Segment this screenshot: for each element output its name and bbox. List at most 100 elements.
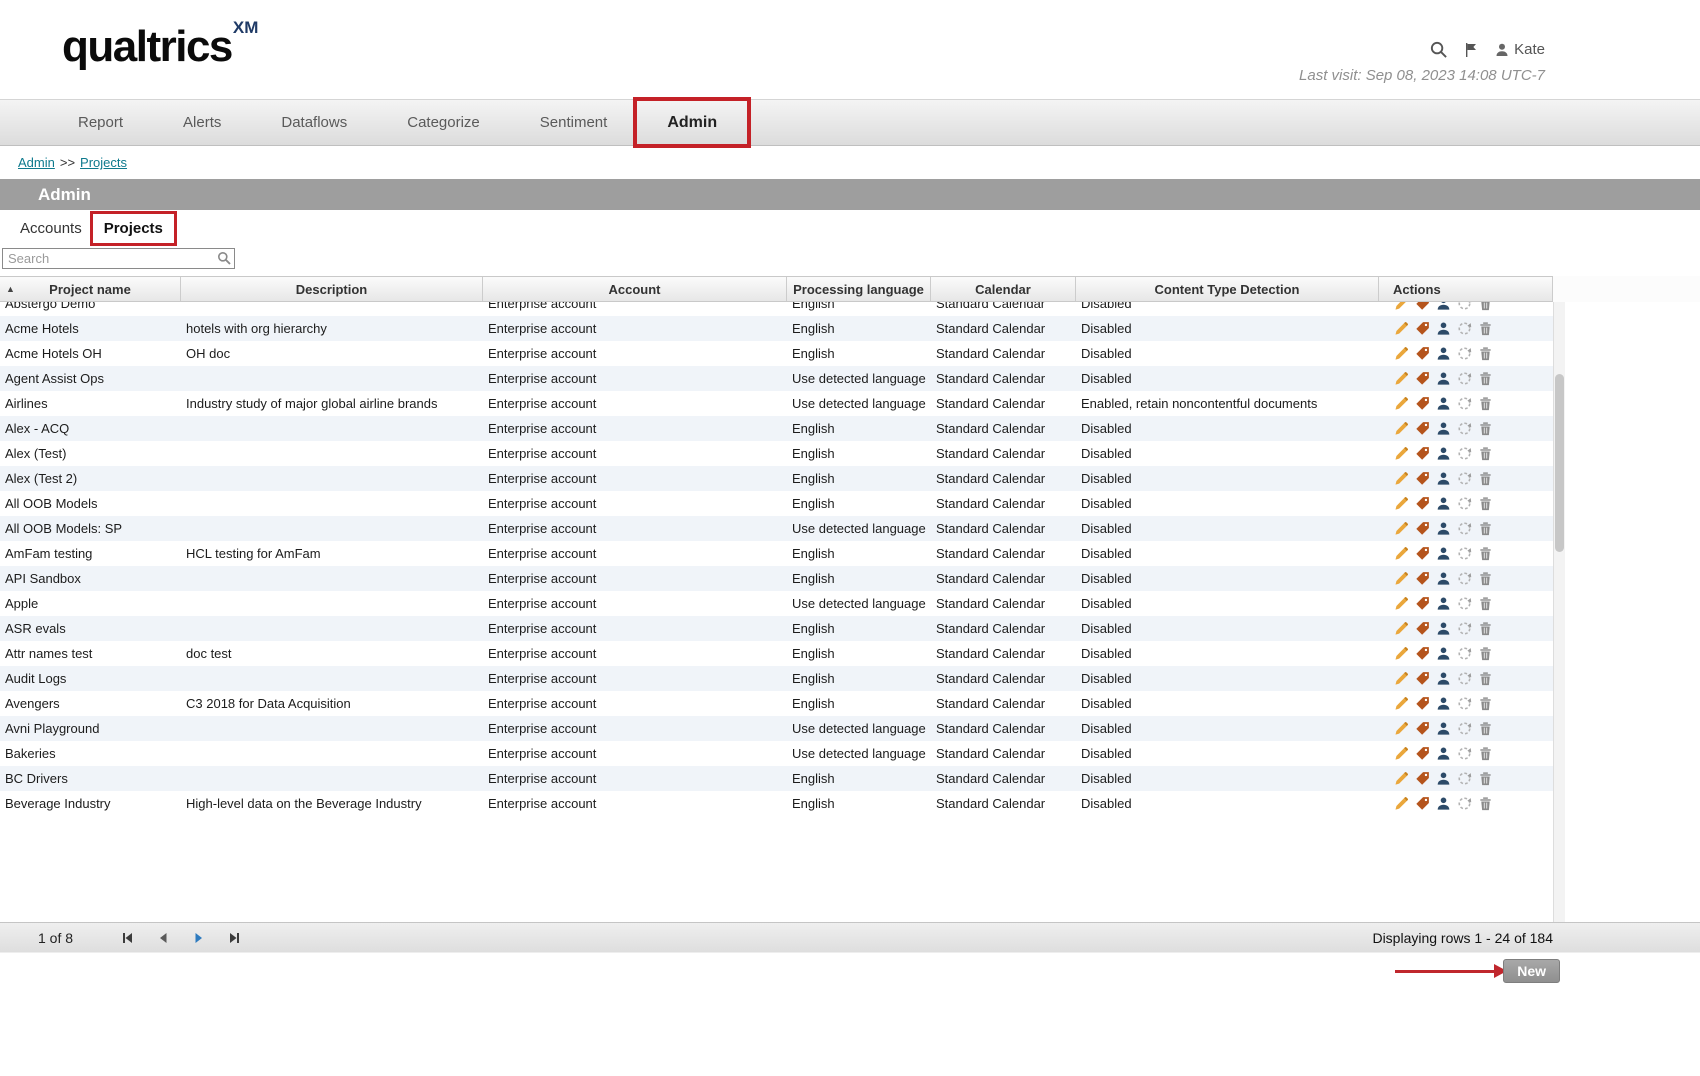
reprocess-icon[interactable] xyxy=(1456,595,1473,612)
reprocess-icon[interactable] xyxy=(1456,420,1473,437)
nav-item-admin[interactable]: Admin xyxy=(637,99,747,146)
column-header-actions[interactable]: Actions xyxy=(1379,277,1553,301)
edit-pencil-icon[interactable] xyxy=(1393,470,1410,487)
edit-pencil-icon[interactable] xyxy=(1393,670,1410,687)
user-icon[interactable] xyxy=(1435,695,1452,712)
column-header-content-type-detection[interactable]: Content Type Detection xyxy=(1076,277,1379,301)
reprocess-icon[interactable] xyxy=(1456,570,1473,587)
user-icon[interactable] xyxy=(1435,395,1452,412)
user-icon[interactable] xyxy=(1435,720,1452,737)
user-icon[interactable] xyxy=(1435,795,1452,812)
delete-trash-icon[interactable] xyxy=(1477,620,1494,637)
tab-projects[interactable]: Projects xyxy=(94,215,173,242)
user-icon[interactable] xyxy=(1435,770,1452,787)
breadcrumb-projects-link[interactable]: Projects xyxy=(80,155,127,170)
nav-item-dataflows[interactable]: Dataflows xyxy=(251,99,377,146)
tag-icon[interactable] xyxy=(1414,495,1431,512)
user-icon[interactable] xyxy=(1435,302,1452,312)
edit-pencil-icon[interactable] xyxy=(1393,445,1410,462)
user-icon[interactable] xyxy=(1435,345,1452,362)
reprocess-icon[interactable] xyxy=(1456,370,1473,387)
reprocess-icon[interactable] xyxy=(1456,745,1473,762)
tag-icon[interactable] xyxy=(1414,770,1431,787)
tag-icon[interactable] xyxy=(1414,520,1431,537)
edit-pencil-icon[interactable] xyxy=(1393,420,1410,437)
tag-icon[interactable] xyxy=(1414,695,1431,712)
edit-pencil-icon[interactable] xyxy=(1393,745,1410,762)
tag-icon[interactable] xyxy=(1414,445,1431,462)
reprocess-icon[interactable] xyxy=(1456,345,1473,362)
tag-icon[interactable] xyxy=(1414,670,1431,687)
user-icon[interactable] xyxy=(1435,595,1452,612)
user-icon[interactable] xyxy=(1435,495,1452,512)
user-icon[interactable] xyxy=(1435,670,1452,687)
reprocess-icon[interactable] xyxy=(1456,670,1473,687)
delete-trash-icon[interactable] xyxy=(1477,670,1494,687)
edit-pencil-icon[interactable] xyxy=(1393,720,1410,737)
reprocess-icon[interactable] xyxy=(1456,795,1473,812)
column-header-calendar[interactable]: Calendar xyxy=(931,277,1076,301)
user-menu[interactable]: Kate xyxy=(1494,41,1545,58)
user-icon[interactable] xyxy=(1435,545,1452,562)
delete-trash-icon[interactable] xyxy=(1477,770,1494,787)
breadcrumb-admin-link[interactable]: Admin xyxy=(18,155,55,170)
search-magnifier-icon[interactable] xyxy=(216,250,232,271)
user-icon[interactable] xyxy=(1435,320,1452,337)
nav-item-alerts[interactable]: Alerts xyxy=(153,99,251,146)
edit-pencil-icon[interactable] xyxy=(1393,320,1410,337)
edit-pencil-icon[interactable] xyxy=(1393,645,1410,662)
nav-item-categorize[interactable]: Categorize xyxy=(377,99,510,146)
tag-icon[interactable] xyxy=(1414,645,1431,662)
column-header-processing-language[interactable]: Processing language xyxy=(787,277,931,301)
reprocess-icon[interactable] xyxy=(1456,320,1473,337)
reprocess-icon[interactable] xyxy=(1456,620,1473,637)
nav-item-report[interactable]: Report xyxy=(48,99,153,146)
delete-trash-icon[interactable] xyxy=(1477,420,1494,437)
edit-pencil-icon[interactable] xyxy=(1393,345,1410,362)
tag-icon[interactable] xyxy=(1414,795,1431,812)
column-header-description[interactable]: Description xyxy=(181,277,483,301)
edit-pencil-icon[interactable] xyxy=(1393,395,1410,412)
user-icon[interactable] xyxy=(1435,645,1452,662)
tag-icon[interactable] xyxy=(1414,545,1431,562)
scrollbar-thumb[interactable] xyxy=(1555,374,1564,552)
reprocess-icon[interactable] xyxy=(1456,470,1473,487)
next-page-button[interactable] xyxy=(191,930,207,946)
nav-item-sentiment[interactable]: Sentiment xyxy=(510,99,638,146)
tag-icon[interactable] xyxy=(1414,370,1431,387)
reprocess-icon[interactable] xyxy=(1456,520,1473,537)
edit-pencil-icon[interactable] xyxy=(1393,370,1410,387)
reprocess-icon[interactable] xyxy=(1456,395,1473,412)
vertical-scrollbar[interactable] xyxy=(1553,302,1565,922)
reprocess-icon[interactable] xyxy=(1456,445,1473,462)
edit-pencil-icon[interactable] xyxy=(1393,495,1410,512)
tag-icon[interactable] xyxy=(1414,720,1431,737)
delete-trash-icon[interactable] xyxy=(1477,495,1494,512)
tag-icon[interactable] xyxy=(1414,320,1431,337)
delete-trash-icon[interactable] xyxy=(1477,370,1494,387)
user-icon[interactable] xyxy=(1435,445,1452,462)
reprocess-icon[interactable] xyxy=(1456,302,1473,312)
delete-trash-icon[interactable] xyxy=(1477,445,1494,462)
user-icon[interactable] xyxy=(1435,370,1452,387)
delete-trash-icon[interactable] xyxy=(1477,520,1494,537)
reprocess-icon[interactable] xyxy=(1456,770,1473,787)
delete-trash-icon[interactable] xyxy=(1477,795,1494,812)
tab-accounts[interactable]: Accounts xyxy=(10,215,92,242)
delete-trash-icon[interactable] xyxy=(1477,545,1494,562)
delete-trash-icon[interactable] xyxy=(1477,645,1494,662)
tag-icon[interactable] xyxy=(1414,420,1431,437)
reprocess-icon[interactable] xyxy=(1456,695,1473,712)
tag-icon[interactable] xyxy=(1414,395,1431,412)
reprocess-icon[interactable] xyxy=(1456,495,1473,512)
delete-trash-icon[interactable] xyxy=(1477,302,1494,312)
user-icon[interactable] xyxy=(1435,620,1452,637)
edit-pencil-icon[interactable] xyxy=(1393,520,1410,537)
delete-trash-icon[interactable] xyxy=(1477,595,1494,612)
reprocess-icon[interactable] xyxy=(1456,720,1473,737)
user-icon[interactable] xyxy=(1435,570,1452,587)
reprocess-icon[interactable] xyxy=(1456,545,1473,562)
flag-icon[interactable] xyxy=(1463,42,1479,58)
tag-icon[interactable] xyxy=(1414,745,1431,762)
search-input[interactable] xyxy=(2,248,235,269)
